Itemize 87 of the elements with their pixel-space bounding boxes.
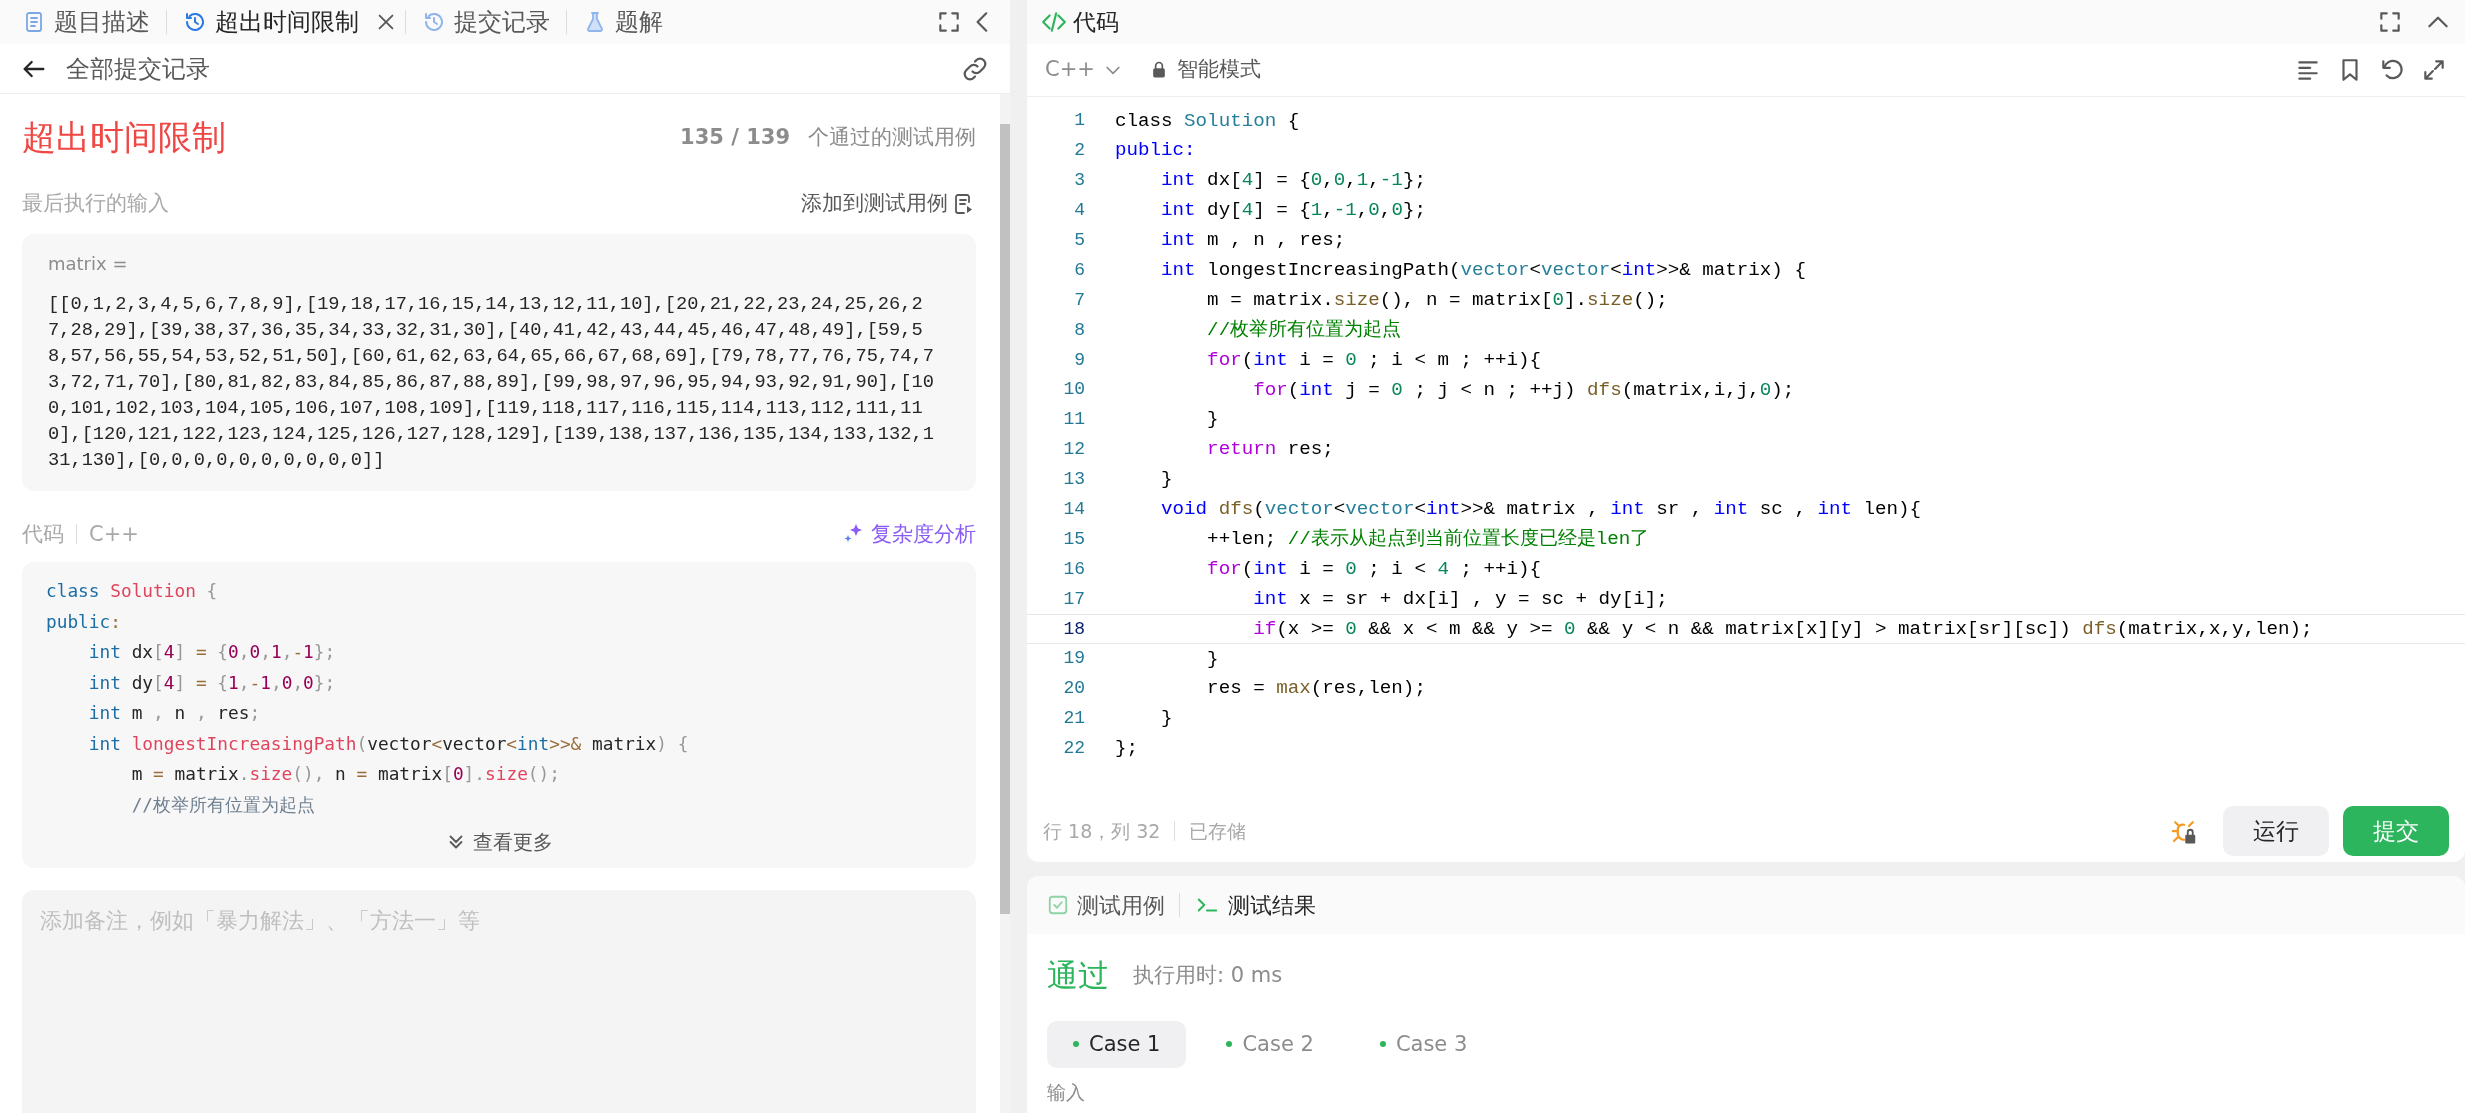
code-line: int dx[4] = {0,0,1,-1}; bbox=[87, 640, 337, 664]
code-line: m = matrix.size(), n = matrix[0].size(); bbox=[1206, 287, 1668, 313]
add-testcase-link[interactable]: 添加到测试用例 bbox=[801, 188, 976, 220]
code-line: return res; bbox=[1206, 437, 1334, 463]
run-button[interactable]: 运行 bbox=[2223, 806, 2329, 856]
case-tab[interactable]: Case 1 bbox=[1047, 1020, 1187, 1068]
passed-count: 135 / 139 bbox=[680, 123, 790, 151]
line-number: 10 bbox=[1062, 378, 1085, 402]
passed-label: 个通过的测试用例 bbox=[808, 123, 976, 151]
code-line: } bbox=[1160, 706, 1173, 732]
line-number: 22 bbox=[1062, 737, 1085, 761]
panel-tab[interactable]: 提交记录 bbox=[414, 0, 558, 46]
line-number: 6 bbox=[1073, 258, 1085, 282]
code-line: ++len; //表示从起点到当前位置长度已经是len了 bbox=[1206, 527, 1650, 552]
panel-tab[interactable]: 测试结果 bbox=[1190, 888, 1320, 922]
code-line: m = matrix.size(), n = matrix[0].size(); bbox=[130, 762, 561, 786]
code-icon bbox=[1041, 9, 1067, 35]
save-status: 已存储 bbox=[1189, 818, 1247, 844]
line-number: 13 bbox=[1062, 468, 1085, 492]
result-status: 通过 bbox=[1047, 956, 1109, 995]
code-line: public: bbox=[46, 609, 122, 634]
history-icon bbox=[183, 10, 207, 34]
line-number: 15 bbox=[1062, 527, 1085, 551]
fullscreen-icon[interactable] bbox=[936, 9, 962, 35]
complexity-analysis-link[interactable]: 复杂度分析 bbox=[841, 518, 976, 550]
panel-tab[interactable]: 题解 bbox=[575, 0, 671, 46]
panel-title: 代码 bbox=[1073, 7, 1119, 37]
code-line: } bbox=[1206, 646, 1219, 672]
result-status: 超出时间限制 bbox=[22, 116, 226, 159]
code-line: //枚举所有位置为起点 bbox=[130, 792, 317, 817]
line-number: 11 bbox=[1062, 408, 1085, 432]
code-line: int dx[4] = {0,0,1,-1}; bbox=[1160, 168, 1426, 194]
code-line: if(x >= 0 && x < m && y >= 0 && y < n && matrix[x][y] > matrix[sr][sc]) dfs(matrix,x,y,len); bbox=[1252, 616, 2313, 642]
fullscreen-icon[interactable] bbox=[2377, 9, 2403, 35]
line-number: 7 bbox=[1073, 288, 1085, 312]
code-line: int m , n , res; bbox=[1160, 228, 1346, 254]
code-line: int dy[4] = {1,-1,0,0}; bbox=[87, 670, 337, 695]
line-number: 21 bbox=[1062, 707, 1085, 731]
section-label: 最后执行的输入 bbox=[22, 190, 169, 217]
code-line: public: bbox=[1115, 138, 1196, 164]
cursor-position: 行 18，列 32 bbox=[1043, 818, 1161, 844]
line-number: 14 bbox=[1062, 498, 1085, 521]
line-number: 18 bbox=[1062, 617, 1085, 641]
code-line: for(int j = 0 ; j < n ; ++j) dfs(matrix,i,j,0); bbox=[1252, 377, 1795, 403]
section-label: 输入 bbox=[1047, 1080, 1086, 1105]
code-line: void dfs(vector<vector<int>>& matrix , int sr , int sc , int len){ bbox=[1160, 497, 1922, 523]
checkbox-icon bbox=[1047, 894, 1069, 916]
code-line: int dy[4] = {1,-1,0,0}; bbox=[1160, 198, 1426, 224]
line-number: 8 bbox=[1073, 318, 1085, 342]
line-number: 5 bbox=[1073, 229, 1085, 252]
language-label: C++ bbox=[89, 520, 139, 548]
line-number: 16 bbox=[1062, 557, 1085, 581]
code-line: res = max(res,len); bbox=[1206, 676, 1426, 702]
mode-label: 智能模式 bbox=[1176, 56, 1261, 84]
line-number: 12 bbox=[1062, 438, 1085, 462]
back-link[interactable]: 全部提交记录 bbox=[66, 50, 210, 87]
input-value: [[0,1,2,3,4,5,6,7,8,9],[19,18,17,16,15,14,13,12,11,10],[20,21,22,23,24,25,26,27,28,29],[39,38,37,36,35,34,33,32,31,30],[40,41,42,43,44,45,46,47,48,49],[59,58,57,56,55,54,53,52,51,50],[60,61,62,63,64,65,66,67,68,69],[79,78,77,76,75,74,73,72,71,70],[80,81,82,83,84,85,86,87,88,89],[99,98,97,96,95,94,93,92,91,90],[100,101,102,103,104,105,106,107,108,109],[119,118,117,116,115,114,113,112,111,110],[120,121,122,123,124,125,126,127,128,129],[139,138,137,136,135,134,133,132,131,130],[0,0,0,0,0,0,0,0,0,0]] bbox=[48, 291, 935, 473]
scrollbar[interactable] bbox=[1000, 124, 1010, 914]
section-label: 代码 bbox=[22, 520, 64, 548]
expand-icon[interactable] bbox=[2421, 57, 2447, 83]
show-more-button[interactable]: 查看更多 bbox=[439, 826, 559, 858]
line-number: 17 bbox=[1062, 587, 1085, 611]
line-number: 19 bbox=[1062, 647, 1085, 671]
code-line: } bbox=[1206, 407, 1219, 433]
code-line: class Solution { bbox=[1115, 108, 1300, 134]
code-line: int longestIncreasingPath(vector<vector<int>>& matrix) { bbox=[87, 731, 690, 756]
line-number: 9 bbox=[1073, 348, 1085, 372]
code-line: int m , n , res; bbox=[87, 701, 262, 725]
panel-tab[interactable]: 测试用例 bbox=[1043, 888, 1169, 922]
line-number: 20 bbox=[1062, 677, 1085, 701]
history-icon bbox=[422, 10, 446, 34]
runtime-label: 执行用时: 0 ms bbox=[1133, 961, 1283, 989]
code-line: }; bbox=[1115, 736, 1139, 762]
code-line: for(int i = 0 ; i < 4 ; ++i){ bbox=[1206, 556, 1542, 582]
panel-tab[interactable]: 题目描述 bbox=[14, 0, 158, 46]
code-line: int x = sr + dx[i] , y = sc + dy[i]; bbox=[1252, 586, 1668, 612]
line-number: 3 bbox=[1073, 169, 1085, 193]
panel-tab[interactable]: 超出时间限制 bbox=[175, 0, 367, 46]
code-line: } bbox=[1160, 467, 1173, 493]
code-line: class Solution { bbox=[46, 579, 219, 603]
line-number: 2 bbox=[1073, 139, 1085, 163]
code-line: for(int i = 0 ; i < m ; ++i){ bbox=[1206, 347, 1542, 373]
variable-name: matrix = bbox=[48, 251, 129, 276]
code-line: int longestIncreasingPath(vector<vector<int>>& matrix) { bbox=[1160, 258, 1806, 283]
line-number: 4 bbox=[1073, 199, 1085, 223]
line-number: 1 bbox=[1073, 109, 1085, 133]
code-line: //枚举所有位置为起点 bbox=[1206, 317, 1402, 343]
